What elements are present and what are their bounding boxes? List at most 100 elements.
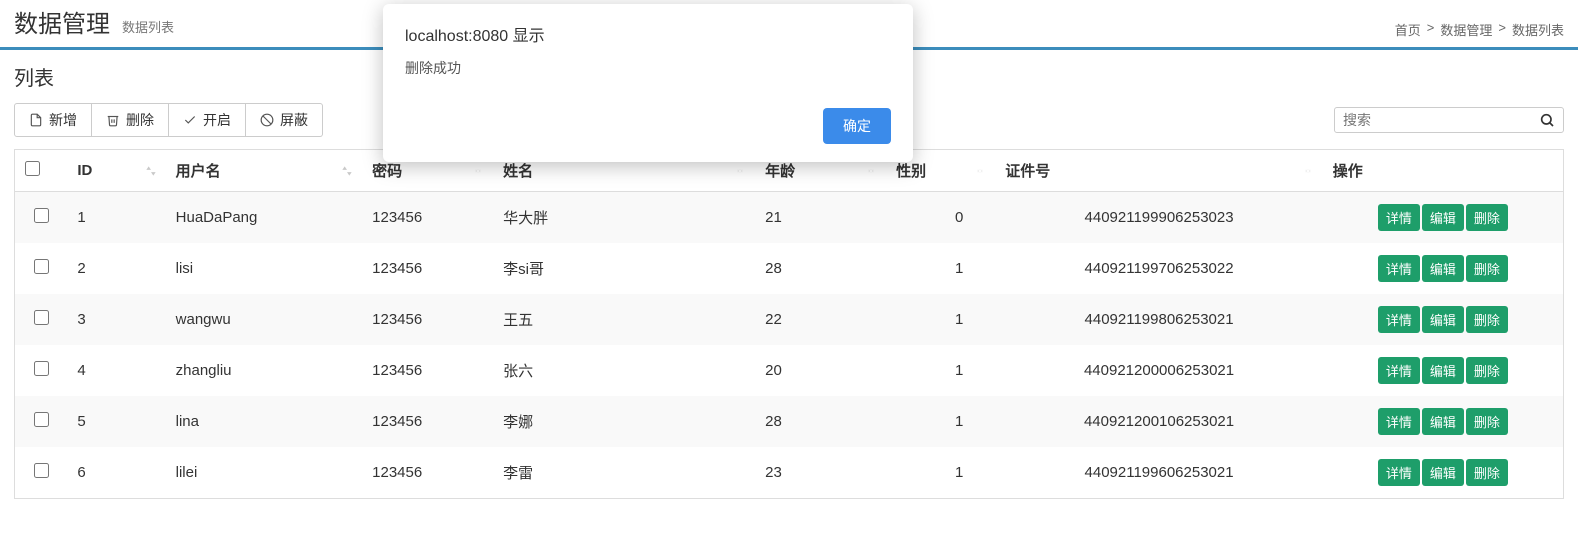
row-delete-button[interactable]: 删除	[1466, 459, 1508, 486]
cell-id: 6	[67, 447, 165, 498]
trash-icon	[106, 113, 120, 127]
table-row: 1HuaDaPang123456华大胖210440921199906253023…	[15, 192, 1563, 243]
cell-name: 李雷	[493, 447, 755, 498]
block-button[interactable]: 屏蔽	[246, 103, 323, 137]
cell-age: 20	[755, 345, 886, 396]
cell-name: 张六	[493, 345, 755, 396]
cell-ops: 详情编辑删除	[1323, 396, 1563, 447]
cell-name: 华大胖	[493, 192, 755, 243]
cell-username: lisi	[166, 243, 363, 294]
cell-ops: 详情编辑删除	[1323, 192, 1563, 243]
breadcrumb: 首页 > 数据管理 > 数据列表	[1395, 20, 1564, 39]
detail-button[interactable]: 详情	[1378, 357, 1420, 384]
cell-age: 23	[755, 447, 886, 498]
row-checkbox[interactable]	[34, 361, 49, 376]
cell-username: lilei	[166, 447, 363, 498]
detail-button[interactable]: 详情	[1378, 306, 1420, 333]
cell-gender: 1	[886, 345, 995, 396]
cell-id: 4	[67, 345, 165, 396]
sort-icon	[864, 164, 878, 178]
col-header-username[interactable]: 用户名	[166, 150, 363, 192]
search-icon[interactable]	[1539, 112, 1555, 128]
cell-password: 123456	[362, 396, 493, 447]
add-button[interactable]: 新增	[14, 103, 92, 137]
cell-password: 123456	[362, 192, 493, 243]
cell-cert: 440921199606253021	[995, 447, 1323, 498]
search-input[interactable]	[1343, 112, 1539, 128]
toolbar-buttons: 新增 删除 开启 屏蔽	[14, 103, 323, 137]
row-delete-button[interactable]: 删除	[1466, 357, 1508, 384]
cell-ops: 详情编辑删除	[1323, 447, 1563, 498]
cell-id: 3	[67, 294, 165, 345]
detail-button[interactable]: 详情	[1378, 204, 1420, 231]
page-subtitle: 数据列表	[122, 17, 174, 36]
cell-ops: 详情编辑删除	[1323, 294, 1563, 345]
breadcrumb-home[interactable]: 首页	[1395, 20, 1421, 39]
delete-button[interactable]: 删除	[92, 103, 169, 137]
cell-id: 5	[67, 396, 165, 447]
sort-icon	[471, 164, 485, 178]
cell-ops: 详情编辑删除	[1323, 345, 1563, 396]
breadcrumb-sep: >	[1427, 20, 1435, 39]
breadcrumb-module[interactable]: 数据管理	[1440, 20, 1492, 39]
row-delete-button[interactable]: 删除	[1466, 255, 1508, 282]
edit-button[interactable]: 编辑	[1422, 408, 1464, 435]
cell-ops: 详情编辑删除	[1323, 243, 1563, 294]
enable-button[interactable]: 开启	[169, 103, 246, 137]
page-title: 数据管理	[14, 4, 110, 39]
cell-username: lina	[166, 396, 363, 447]
cell-age: 28	[755, 243, 886, 294]
table-row: 3wangwu123456王五221440921199806253021详情编辑…	[15, 294, 1563, 345]
cell-password: 123456	[362, 294, 493, 345]
col-header-ops: 操作	[1323, 150, 1563, 192]
col-header-cert[interactable]: 证件号	[995, 150, 1323, 192]
cell-username: zhangliu	[166, 345, 363, 396]
table-row: 5lina123456李娜281440921200106253021详情编辑删除	[15, 396, 1563, 447]
col-header-id[interactable]: ID	[67, 150, 165, 192]
row-checkbox[interactable]	[34, 259, 49, 274]
sort-icon	[733, 164, 747, 178]
row-delete-button[interactable]: 删除	[1466, 306, 1508, 333]
cell-password: 123456	[362, 345, 493, 396]
detail-button[interactable]: 详情	[1378, 255, 1420, 282]
detail-button[interactable]: 详情	[1378, 459, 1420, 486]
cell-cert: 440921199706253022	[995, 243, 1323, 294]
edit-button[interactable]: 编辑	[1422, 255, 1464, 282]
detail-button[interactable]: 详情	[1378, 408, 1420, 435]
sort-icon	[1301, 164, 1315, 178]
table-row: 6lilei123456李雷231440921199606253021详情编辑删…	[15, 447, 1563, 498]
edit-button[interactable]: 编辑	[1422, 204, 1464, 231]
edit-button[interactable]: 编辑	[1422, 459, 1464, 486]
edit-button[interactable]: 编辑	[1422, 306, 1464, 333]
cell-id: 2	[67, 243, 165, 294]
file-icon	[29, 113, 43, 127]
data-table: ID 用户名 密码 姓名 年龄 性别	[14, 149, 1564, 499]
check-icon	[183, 113, 197, 127]
cell-gender: 1	[886, 447, 995, 498]
cell-gender: 1	[886, 396, 995, 447]
alert-ok-button[interactable]: 确定	[823, 108, 891, 144]
row-checkbox[interactable]	[34, 412, 49, 427]
cell-gender: 1	[886, 294, 995, 345]
cell-password: 123456	[362, 447, 493, 498]
alert-title: localhost:8080 显示	[405, 22, 891, 46]
cell-name: 李si哥	[493, 243, 755, 294]
row-delete-button[interactable]: 删除	[1466, 408, 1508, 435]
cell-cert: 440921200106253021	[995, 396, 1323, 447]
row-delete-button[interactable]: 删除	[1466, 204, 1508, 231]
breadcrumb-leaf: 数据列表	[1512, 20, 1564, 39]
cell-username: HuaDaPang	[166, 192, 363, 243]
alert-message: 删除成功	[405, 58, 891, 78]
edit-button[interactable]: 编辑	[1422, 357, 1464, 384]
search-wrap	[1334, 107, 1564, 133]
cell-cert: 440921199806253021	[995, 294, 1323, 345]
cell-gender: 1	[886, 243, 995, 294]
select-all-checkbox[interactable]	[25, 161, 40, 176]
row-checkbox[interactable]	[34, 463, 49, 478]
col-header-check	[15, 150, 67, 192]
alert-dialog: localhost:8080 显示 删除成功 确定	[383, 4, 913, 162]
cell-name: 王五	[493, 294, 755, 345]
row-checkbox[interactable]	[34, 310, 49, 325]
ban-icon	[260, 113, 274, 127]
row-checkbox[interactable]	[34, 208, 49, 223]
